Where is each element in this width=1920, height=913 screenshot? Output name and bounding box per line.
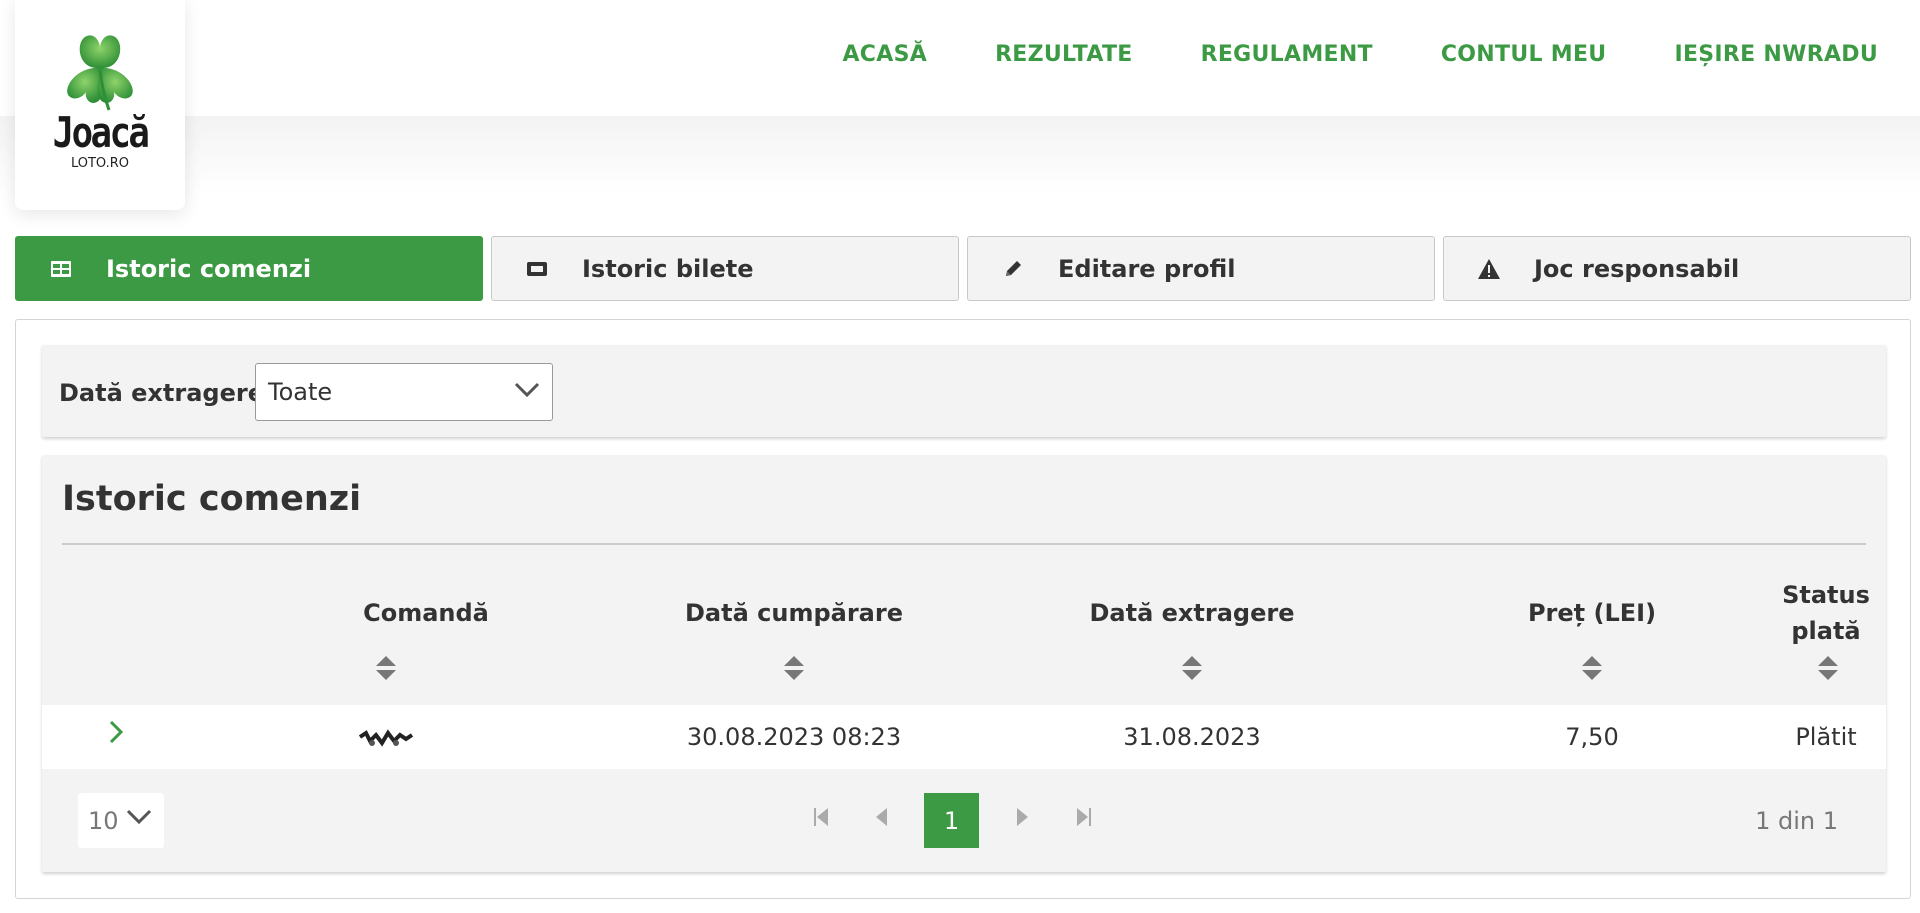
nav-acasa[interactable]: ACASĂ	[842, 42, 927, 67]
clover-logo-icon	[67, 35, 133, 111]
main-nav: ACASĂ REZULTATE REGULAMENT CONTUL MEU IE…	[842, 42, 1878, 67]
price-cell: 7,50	[1565, 723, 1619, 751]
content-panel: Dată extragere: Toate Istoric comenzi Co…	[15, 319, 1911, 899]
select-value: Toate	[268, 378, 333, 406]
logo-wordmark: Joacă	[52, 108, 150, 157]
pencil-icon	[1002, 258, 1024, 280]
column-header-price: Preț (LEI)	[1527, 599, 1657, 627]
payment-status-cell: Plătit	[1795, 723, 1857, 751]
orders-card: Istoric comenzi Comandă Dată cumpărare D…	[42, 455, 1886, 872]
nav-rezultate[interactable]: REZULTATE	[995, 42, 1133, 67]
tab-istoric-bilete[interactable]: Istoric bilete	[491, 236, 959, 301]
nav-contul-meu[interactable]: CONTUL MEU	[1441, 42, 1607, 67]
column-header-purchase-date: Dată cumpărare	[685, 599, 903, 627]
nav-regulament[interactable]: REGULAMENT	[1201, 42, 1373, 67]
page-size-value: 10	[88, 807, 119, 835]
site-logo[interactable]: Joacă LOTO.RO	[15, 0, 185, 210]
column-header-order: Comandă	[363, 599, 489, 627]
previous-page-icon[interactable]	[874, 807, 888, 827]
purchase-date-cell: 30.08.2023 08:23	[686, 723, 902, 751]
logo-subtitle: LOTO.RO	[70, 156, 130, 171]
draw-date-cell: 31.08.2023	[1123, 723, 1261, 751]
current-page-button[interactable]: 1	[924, 793, 979, 848]
tab-istoric-comenzi[interactable]: Istoric comenzi	[15, 236, 483, 301]
ticket-icon	[526, 258, 548, 280]
sort-icon[interactable]	[1182, 654, 1202, 682]
table-row[interactable]: 30.08.2023 08:23 31.08.2023 7,50 Plătit	[42, 705, 1886, 769]
chevron-down-icon	[514, 382, 540, 402]
orders-title: Istoric comenzi	[62, 479, 362, 519]
divider	[62, 543, 1866, 545]
warning-icon	[1478, 258, 1500, 280]
tab-editare-profil[interactable]: Editare profil	[967, 236, 1435, 301]
sort-icon[interactable]	[784, 654, 804, 682]
tab-label: Joc responsabil	[1534, 254, 1740, 283]
pagination: 10 1 1 din 1	[42, 769, 1886, 872]
chevron-down-icon	[126, 809, 152, 829]
sort-icon[interactable]	[1582, 654, 1602, 682]
chevron-right-icon[interactable]	[108, 719, 124, 749]
sort-icon[interactable]	[1818, 654, 1838, 682]
tab-joc-responsabil[interactable]: Joc responsabil	[1443, 236, 1911, 301]
nav-logout[interactable]: IEȘIRE NWRADU	[1674, 42, 1878, 67]
page-info: 1 din 1	[1755, 807, 1838, 835]
table-icon	[50, 258, 72, 280]
page-size-select[interactable]: 10	[78, 793, 164, 848]
next-page-icon[interactable]	[1016, 807, 1030, 827]
sort-icon[interactable]	[376, 654, 396, 682]
account-tabs: Istoric comenzi Istoric bilete Editare p…	[15, 236, 1911, 301]
draw-date-select[interactable]: Toate	[255, 363, 553, 421]
header-shadow	[0, 116, 1920, 196]
last-page-icon[interactable]	[1076, 807, 1092, 827]
first-page-icon[interactable]	[813, 807, 829, 827]
order-id-redacted	[356, 723, 416, 757]
tab-label: Editare profil	[1058, 254, 1236, 283]
tab-label: Istoric comenzi	[106, 254, 312, 283]
draw-date-filter-label: Dată extragere:	[59, 379, 274, 407]
tab-label: Istoric bilete	[582, 254, 754, 283]
column-header-draw-date: Dată extragere	[1089, 599, 1295, 627]
column-header-payment-status: Status plată	[1782, 581, 1870, 645]
filter-bar: Dată extragere: Toate	[42, 345, 1886, 437]
